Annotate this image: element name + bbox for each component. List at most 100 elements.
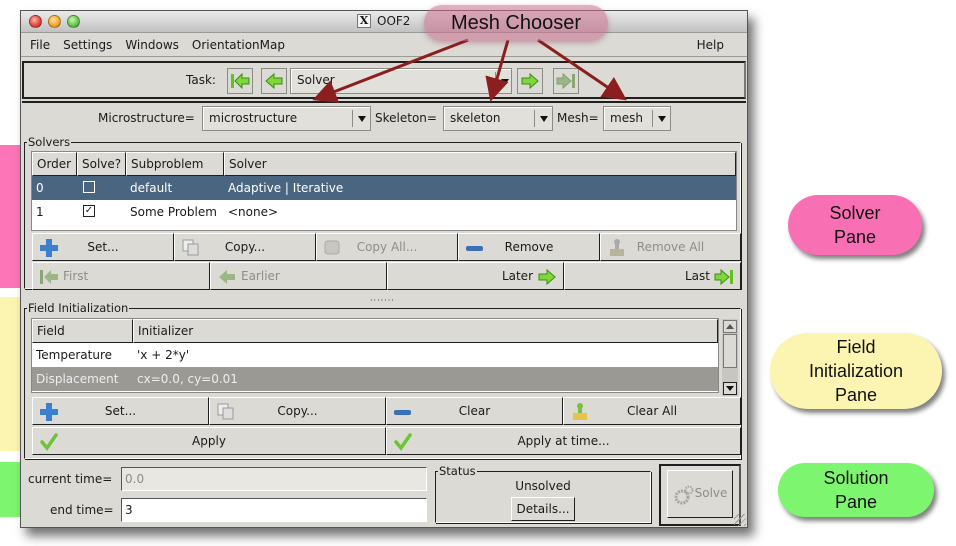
solvers-legend: Solvers <box>27 135 72 149</box>
resize-grip[interactable] <box>734 514 746 526</box>
skeleton-label: Skeleton= <box>375 111 437 125</box>
chevron-down-icon <box>501 79 509 85</box>
solver-copy-button[interactable]: Copy... <box>174 233 316 261</box>
mesh-chooser-callout: Mesh Chooser <box>424 5 608 41</box>
details-button[interactable]: Details... <box>511 497 575 521</box>
menu-orientationmap[interactable]: OrientationMap <box>192 38 285 52</box>
solver-row-0[interactable]: 0 default Adaptive | Iterative <box>32 176 736 200</box>
last-arrow-icon <box>556 72 575 90</box>
menu-file[interactable]: File <box>30 38 50 52</box>
first-arrow-icon <box>231 72 250 90</box>
scroll-up-arrow-icon <box>726 324 734 329</box>
solve-button[interactable]: Solve <box>667 470 733 518</box>
task-dropdown[interactable]: Solver <box>290 68 512 94</box>
scroll-thumb[interactable] <box>723 334 737 368</box>
field-row-0[interactable]: Temperature 'x + 2*y' <box>32 343 718 367</box>
solve-button-frame: Solve <box>659 464 741 526</box>
field-init-scrollbar[interactable] <box>722 319 738 396</box>
window-title: OOF2 <box>377 14 411 28</box>
solver-set-button[interactable]: Set... <box>32 233 174 261</box>
task-dropdown-value: Solver <box>297 73 335 87</box>
end-time-field[interactable]: 3 <box>121 498 427 522</box>
next-task-button[interactable] <box>517 68 543 94</box>
row-initializer: 'x + 2*y' <box>137 348 190 362</box>
col-subproblem[interactable]: Subproblem <box>126 152 224 176</box>
menu-settings[interactable]: Settings <box>63 38 112 52</box>
row-solver: Adaptive | Iterative <box>228 181 344 195</box>
solver-first-button[interactable]: First <box>32 262 210 290</box>
mesh-chooser-bar: Microstructure= microstructure Skeleton=… <box>22 101 746 133</box>
oof2-window: X OOF2 File Settings Windows Orientation… <box>20 10 748 528</box>
mesh-value: mesh <box>610 111 643 125</box>
field-clear-all-button[interactable]: Clear All <box>563 397 741 425</box>
prev-task-button[interactable] <box>261 68 287 94</box>
current-time-field[interactable]: 0.0 <box>121 467 427 491</box>
field-clear-button[interactable]: Clear <box>386 397 563 425</box>
scroll-down-button[interactable] <box>723 382 737 395</box>
skeleton-value: skeleton <box>450 111 501 125</box>
title-bar: X OOF2 <box>21 11 747 33</box>
current-time-label: current time= <box>28 472 113 486</box>
status-frame: Status Unsolved Details... <box>435 464 651 523</box>
field-initialization-pane: Field Initialization Field Initializer T… <box>24 301 741 459</box>
col-solver[interactable]: Solver <box>224 152 736 176</box>
row-field: Displacement <box>36 372 119 386</box>
chevron-down-icon <box>358 116 366 122</box>
task-label: Task: <box>186 73 216 87</box>
solvers-table: Order Solve? Subproblem Solver 0 default… <box>31 151 737 231</box>
field-init-legend: Field Initialization <box>27 301 130 315</box>
solve-checkbox[interactable]: ✓ <box>83 205 95 217</box>
field-set-button[interactable]: Set... <box>32 397 209 425</box>
row-initializer: cx=0.0, cy=0.01 <box>137 372 238 386</box>
col-solve[interactable]: Solve? <box>77 152 126 176</box>
solver-earlier-button[interactable]: Earlier <box>210 262 387 290</box>
solver-last-button[interactable]: Last <box>564 262 741 290</box>
task-bar: Task: Solver <box>22 61 746 99</box>
scroll-down-arrow-icon <box>726 386 734 391</box>
close-window-button[interactable] <box>29 15 42 28</box>
minimize-window-button[interactable] <box>48 15 61 28</box>
microstructure-label: Microstructure= <box>98 111 195 125</box>
menu-bar: File Settings Windows OrientationMap Hel… <box>21 33 747 57</box>
field-copy-button[interactable]: Copy... <box>209 397 386 425</box>
menu-windows[interactable]: Windows <box>125 38 179 52</box>
field-row-1[interactable]: Displacement cx=0.0, cy=0.01 <box>32 367 718 391</box>
menu-help[interactable]: Help <box>697 38 724 52</box>
status-text: Unsolved <box>515 479 571 493</box>
pane-divider-handle[interactable]: ······· <box>370 296 395 305</box>
field-pane-callout: Field Initialization Pane <box>770 333 942 409</box>
solver-later-button[interactable]: Later <box>387 262 564 290</box>
solver-copy-all-button[interactable]: Copy All... <box>316 233 458 261</box>
row-order: 0 <box>36 181 44 195</box>
row-solver: <none> <box>228 205 279 219</box>
field-init-table: Field Initializer Temperature 'x + 2*y' … <box>31 318 719 393</box>
row-order: 1 <box>36 205 44 219</box>
solver-remove-all-button[interactable]: Remove All <box>600 233 741 261</box>
col-order[interactable]: Order <box>32 152 77 176</box>
right-arrow-icon <box>521 72 539 90</box>
maximize-window-button[interactable] <box>67 15 80 28</box>
x11-icon: X <box>357 14 371 28</box>
apply-at-time-button[interactable]: Apply at time... <box>386 427 741 455</box>
col-initializer[interactable]: Initializer <box>133 319 718 343</box>
solvers-pane: Solvers Order Solve? Subproblem Solver 0… <box>24 135 741 290</box>
solve-checkbox[interactable] <box>83 181 95 193</box>
chevron-down-icon <box>658 116 666 122</box>
mesh-label: Mesh= <box>557 111 599 125</box>
row-subproblem: default <box>130 181 173 195</box>
solution-pane-callout: Solution Pane <box>778 463 934 517</box>
mesh-dropdown[interactable]: mesh <box>603 106 671 131</box>
solver-row-1[interactable]: 1 ✓ Some Problem <none> <box>32 200 736 224</box>
apply-button[interactable]: Apply <box>32 427 386 455</box>
col-field[interactable]: Field <box>32 319 133 343</box>
solver-pane-callout: Solver Pane <box>788 195 922 255</box>
microstructure-dropdown[interactable]: microstructure <box>202 106 371 131</box>
row-subproblem: Some Problem <box>130 205 217 219</box>
left-arrow-icon <box>265 72 283 90</box>
solver-remove-button[interactable]: Remove <box>458 233 600 261</box>
last-task-button[interactable] <box>553 68 579 94</box>
first-task-button[interactable] <box>227 68 253 94</box>
microstructure-value: microstructure <box>209 111 298 125</box>
skeleton-dropdown[interactable]: skeleton <box>443 106 553 131</box>
scroll-up-button[interactable] <box>723 320 737 333</box>
